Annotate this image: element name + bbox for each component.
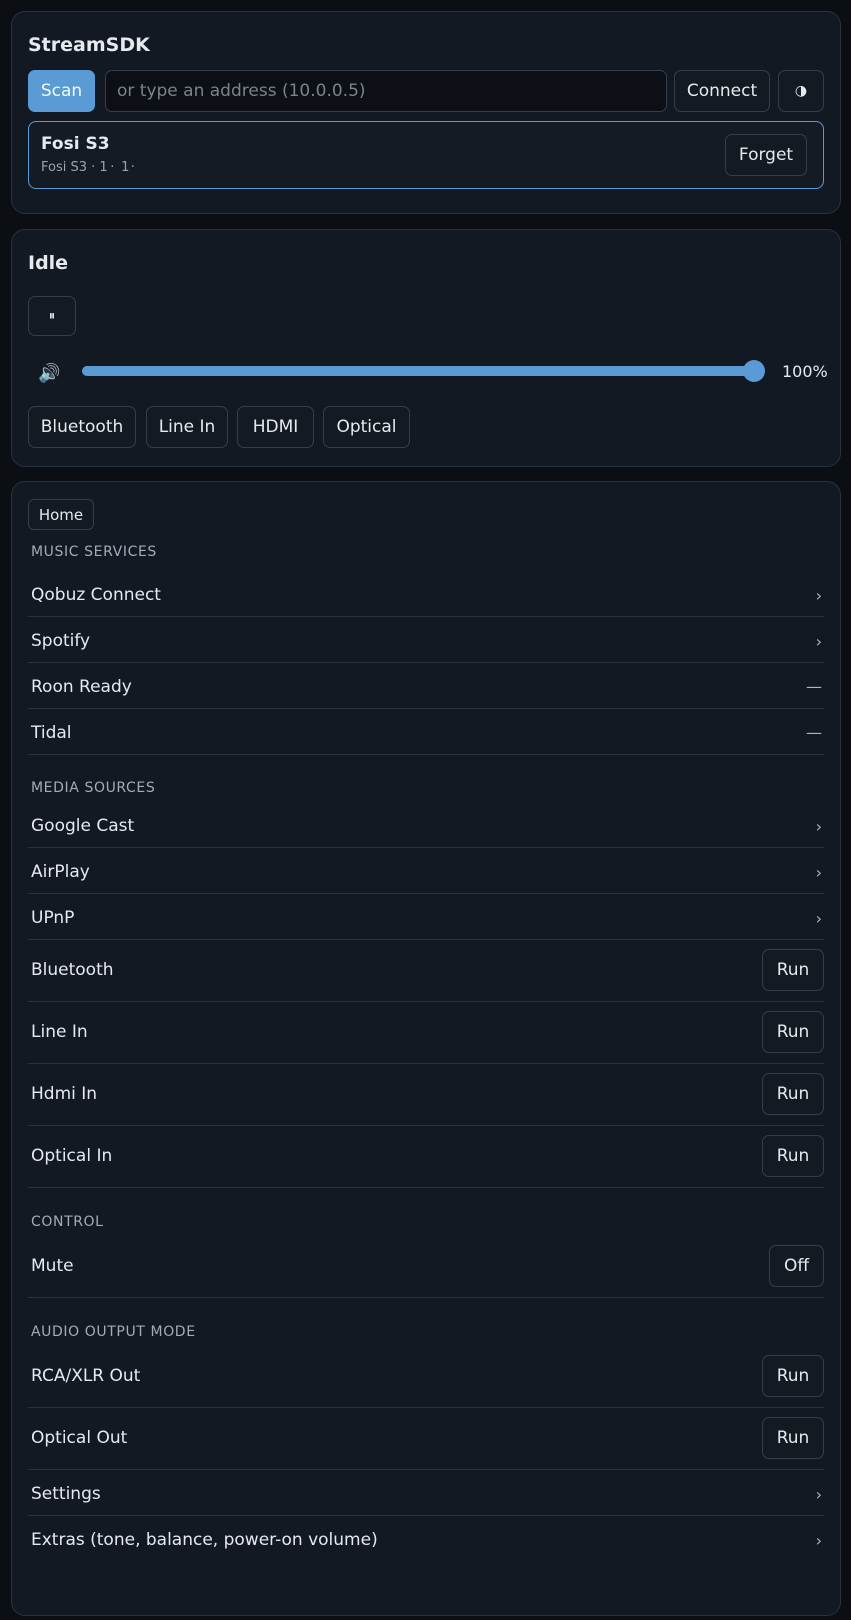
list-item-optical-out: Optical Out Run	[28, 1408, 824, 1470]
chevron-right-icon: ›	[815, 817, 822, 836]
run-bluetooth-button[interactable]: Run	[762, 949, 824, 991]
source-hdmi-button[interactable]: HDMI	[237, 406, 314, 448]
list-item-settings[interactable]: Settings ›	[28, 1470, 824, 1516]
run-optical-out-button[interactable]: Run	[762, 1417, 824, 1459]
mute-toggle-button[interactable]: Off	[769, 1245, 824, 1287]
source-line-in-button[interactable]: Line In	[146, 406, 228, 448]
list-item-label: Extras (tone, balance, power-on volume)	[31, 1530, 378, 1550]
list-item-label: Hdmi In	[31, 1084, 98, 1104]
list-item-google-cast[interactable]: Google Cast ›	[28, 802, 824, 848]
list-item-bluetooth: Bluetooth Run	[28, 940, 824, 1002]
unavailable-dash-icon: —	[806, 677, 822, 696]
volume-slider-fill	[82, 366, 754, 376]
theme-toggle-icon[interactable]: ◑	[778, 70, 824, 112]
source-bluetooth-button[interactable]: Bluetooth	[28, 406, 136, 448]
address-input[interactable]	[105, 70, 667, 112]
list-item-tidal: Tidal —	[28, 709, 824, 755]
list-item-line-in: Line In Run	[28, 1002, 824, 1064]
list-item-label: Settings	[31, 1484, 101, 1504]
unavailable-dash-icon: —	[806, 723, 822, 742]
list-item-upnp[interactable]: UPnP ›	[28, 894, 824, 940]
list-item-extras[interactable]: Extras (tone, balance, power-on volume) …	[28, 1516, 824, 1562]
list-item-roon-ready: Roon Ready —	[28, 663, 824, 709]
section-media-sources: MEDIA SOURCES	[31, 780, 156, 796]
pause-icon[interactable]: ⏸	[28, 296, 76, 336]
breadcrumb-home[interactable]: Home	[28, 499, 94, 530]
list-item-spotify[interactable]: Spotify ›	[28, 617, 824, 663]
device-subtitle: Fosi S3 · 1 · 1 ·	[41, 160, 138, 175]
list-item-optical-in: Optical In Run	[28, 1126, 824, 1188]
run-hdmi-in-button[interactable]: Run	[762, 1073, 824, 1115]
list-item-label: Mute	[31, 1256, 74, 1276]
run-line-in-button[interactable]: Run	[762, 1011, 824, 1053]
list-item-airplay[interactable]: AirPlay ›	[28, 848, 824, 894]
chevron-right-icon: ›	[815, 632, 822, 651]
chevron-right-icon: ›	[815, 586, 822, 605]
connection-card: StreamSDK Scan Connect ◑ Fosi S3 Fosi S3…	[11, 11, 841, 214]
chevron-right-icon: ›	[815, 863, 822, 882]
menu-card: Home MUSIC SERVICES Qobuz Connect › Spot…	[11, 481, 841, 1616]
chevron-right-icon: ›	[815, 1485, 822, 1504]
list-item-mute: Mute Off	[28, 1236, 824, 1298]
section-control: CONTROL	[31, 1214, 104, 1230]
list-item-label: Optical Out	[31, 1428, 128, 1448]
player-status: Idle	[28, 252, 69, 274]
forget-button[interactable]: Forget	[725, 134, 807, 176]
section-music-services: MUSIC SERVICES	[31, 544, 157, 560]
list-item-rca-xlr-out: RCA/XLR Out Run	[28, 1346, 824, 1408]
device-item[interactable]: Fosi S3 Fosi S3 · 1 · 1 · Forget	[28, 121, 824, 189]
run-rca-xlr-out-button[interactable]: Run	[762, 1355, 824, 1397]
run-optical-in-button[interactable]: Run	[762, 1135, 824, 1177]
list-item-qobuz-connect[interactable]: Qobuz Connect ›	[28, 571, 824, 617]
list-item-label: Optical In	[31, 1146, 113, 1166]
chevron-right-icon: ›	[815, 1531, 822, 1550]
list-item-label: Roon Ready	[31, 677, 132, 697]
list-item-label: RCA/XLR Out	[31, 1366, 141, 1386]
list-item-label: Tidal	[31, 723, 72, 743]
section-audio-output-mode: AUDIO OUTPUT MODE	[31, 1324, 196, 1340]
source-optical-button[interactable]: Optical	[323, 406, 410, 448]
list-item-label: Spotify	[31, 631, 91, 651]
list-item-label: AirPlay	[31, 862, 90, 882]
list-item-hdmi-in: Hdmi In Run	[28, 1064, 824, 1126]
volume-slider[interactable]	[82, 360, 765, 382]
player-card: Idle ⏸ 🔊 100% Bluetooth Line In HDMI Opt…	[11, 229, 841, 467]
device-name: Fosi S3	[41, 134, 110, 154]
list-item-label: Google Cast	[31, 816, 135, 836]
connect-button[interactable]: Connect	[674, 70, 770, 112]
volume-value: 100%	[782, 362, 828, 381]
volume-icon[interactable]: 🔊	[38, 363, 60, 384]
list-item-label: UPnP	[31, 908, 75, 928]
app-title: StreamSDK	[28, 34, 150, 56]
chevron-right-icon: ›	[815, 909, 822, 928]
list-item-label: Line In	[31, 1022, 88, 1042]
list-item-label: Bluetooth	[31, 960, 114, 980]
list-item-label: Qobuz Connect	[31, 585, 161, 605]
volume-slider-thumb[interactable]	[743, 360, 765, 382]
scan-button[interactable]: Scan	[28, 70, 95, 112]
